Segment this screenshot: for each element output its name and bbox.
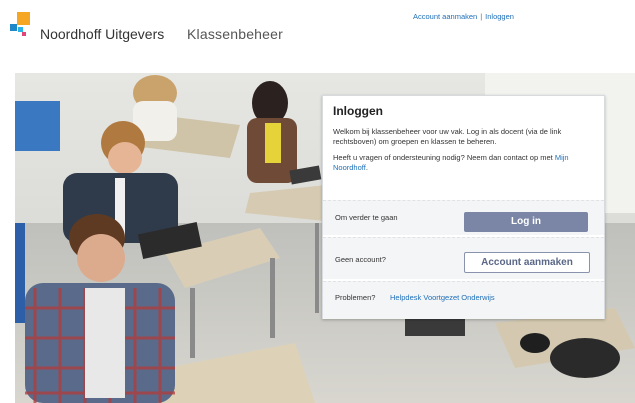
noordhoff-logo[interactable] — [8, 12, 32, 36]
brand-name: Noordhoff Uitgevers — [40, 26, 165, 42]
login-button[interactable]: Log in — [464, 212, 588, 232]
help-text-body: Heeft u vragen of ondersteuning nodig? N… — [333, 153, 553, 162]
no-account-label: Geen account? — [335, 255, 386, 264]
help-text: Heeft u vragen of ondersteuning nodig? N… — [333, 153, 598, 173]
link-separator: | — [480, 12, 483, 21]
intro-text: Welkom bij klassenbeheer voor uw vak. Lo… — [333, 127, 562, 146]
help-text-suffix: . — [365, 163, 368, 172]
helpdesk-link[interactable]: Helpdesk Voortgezet Onderwijs — [390, 293, 495, 302]
create-account-link[interactable]: Account aanmaken — [413, 12, 477, 21]
help-row: Problemen? Helpdesk Voortgezet Onderwijs — [323, 281, 604, 319]
header-links: Account aanmaken | Inloggen — [413, 12, 514, 21]
login-link[interactable]: Inloggen — [485, 12, 514, 21]
create-account-row: Geen account? Account aanmaken — [323, 237, 604, 279]
login-row: Om verder te gaan Log in — [323, 200, 604, 235]
login-panel: Inloggen Welkom bij klassenbeheer voor u… — [322, 95, 605, 319]
create-account-button[interactable]: Account aanmaken — [464, 252, 590, 273]
site-header: Noordhoff Uitgevers Klassenbeheer Accoun… — [0, 0, 635, 56]
app-name: Klassenbeheer — [187, 26, 283, 42]
panel-title: Inloggen — [333, 104, 383, 118]
continue-label: Om verder te gaan — [335, 213, 398, 222]
problems-label: Problemen? — [335, 293, 376, 302]
